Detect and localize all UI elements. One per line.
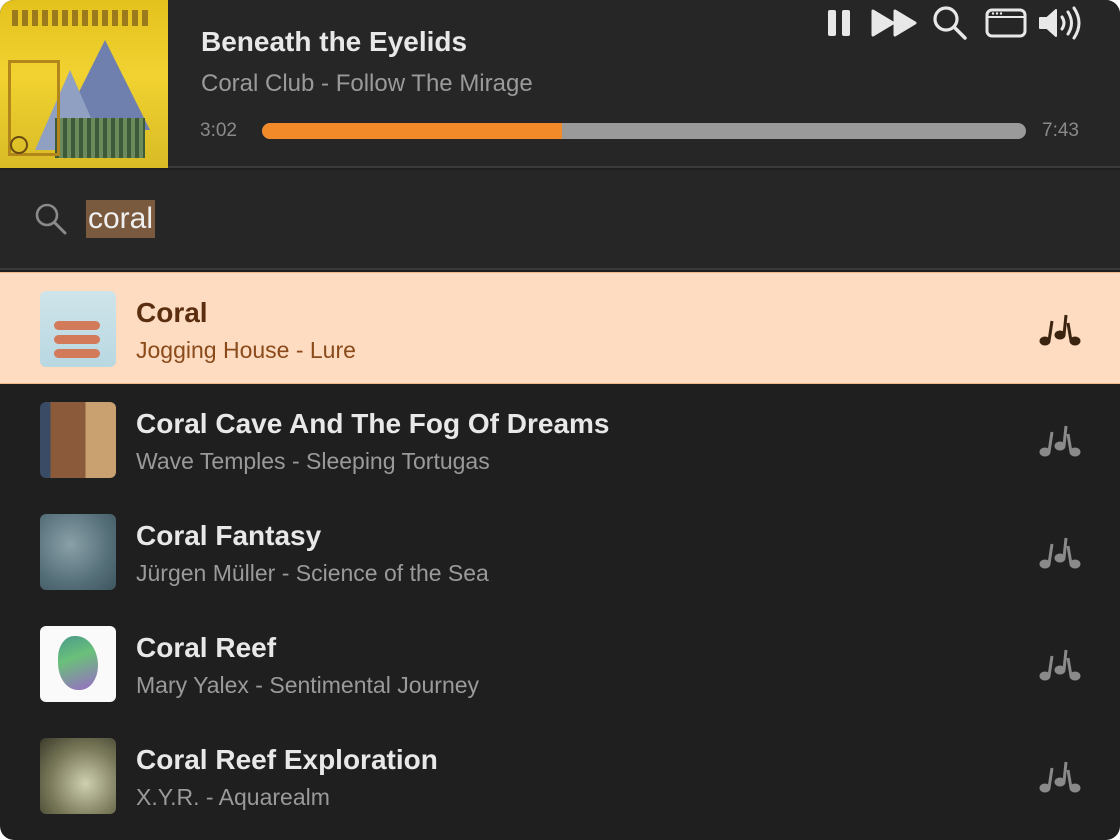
player-window: Beneath the Eyelids Coral Club - Follow …	[0, 0, 1120, 840]
result-row[interactable]: Coral Reef Exploration X.Y.R. - Aquareal…	[0, 720, 1120, 832]
result-artist-album: Wave Temples - Sleeping Tortugas	[136, 448, 490, 474]
result-row[interactable]: Coral Reef Mary Yalex - Sentimental Jour…	[0, 608, 1120, 720]
result-artist-album: Mary Yalex - Sentimental Journey	[136, 672, 480, 698]
track-title: Beneath the Eyelids	[201, 26, 468, 57]
window-icon	[985, 8, 1027, 38]
pause-button[interactable]	[822, 0, 856, 46]
volume-button[interactable]	[1036, 0, 1088, 46]
album-thumbnail	[40, 291, 116, 367]
pause-icon	[828, 10, 850, 36]
album-art-pattern	[12, 10, 152, 26]
result-row[interactable]: Coral Cave And The Fog Of Dreams Wave Te…	[0, 384, 1120, 496]
result-title: Coral Fantasy	[136, 520, 322, 551]
album-thumbnail	[40, 402, 116, 478]
progress-fill	[262, 123, 563, 139]
search-icon	[933, 6, 967, 40]
result-title: Coral Reef Exploration	[136, 744, 438, 775]
result-title: Coral	[136, 297, 208, 328]
result-title: Coral Cave And The Fog Of Dreams	[136, 408, 610, 439]
album-thumbnail	[40, 738, 116, 814]
album-thumbnail	[40, 514, 116, 590]
skip-forward-button[interactable]	[870, 0, 920, 46]
now-playing-bar: Beneath the Eyelids Coral Club - Follow …	[0, 0, 1120, 168]
album-art-seal	[10, 136, 28, 154]
search-input[interactable]: coral	[86, 200, 156, 238]
elapsed-time: 3:02	[200, 120, 237, 141]
music-notes-icon[interactable]	[1038, 758, 1082, 794]
search-results-list: Coral Jogging House - Lure Coral Cave An…	[0, 272, 1120, 840]
speaker-volume-icon	[1039, 6, 1081, 40]
music-notes-icon[interactable]	[1038, 311, 1082, 347]
album-art-forest	[55, 118, 145, 158]
track-artist-album: Coral Club - Follow The Mirage	[201, 70, 533, 97]
total-time: 7:43	[1042, 120, 1079, 141]
search-button[interactable]	[930, 0, 970, 46]
music-notes-icon[interactable]	[1038, 422, 1082, 458]
result-artist-album: Jogging House - Lure	[136, 337, 356, 363]
result-title: Coral Reef	[136, 632, 277, 663]
search-icon	[35, 203, 67, 235]
result-row[interactable]: Coral Fantasy Jürgen Müller - Science of…	[0, 496, 1120, 608]
progress-bar[interactable]	[262, 123, 1026, 139]
album-thumbnail	[40, 626, 116, 702]
result-row[interactable]: Coral Jogging House - Lure	[0, 272, 1120, 384]
result-artist-album: X.Y.R. - Aquarealm	[136, 784, 330, 810]
search-bar: coral	[0, 170, 1120, 270]
album-art[interactable]	[0, 0, 168, 168]
miniplayer-button[interactable]	[984, 0, 1028, 46]
result-artist-album: Jürgen Müller - Science of the Sea	[136, 560, 489, 586]
music-notes-icon[interactable]	[1038, 646, 1082, 682]
music-notes-icon[interactable]	[1038, 534, 1082, 570]
fast-forward-icon	[871, 9, 917, 37]
